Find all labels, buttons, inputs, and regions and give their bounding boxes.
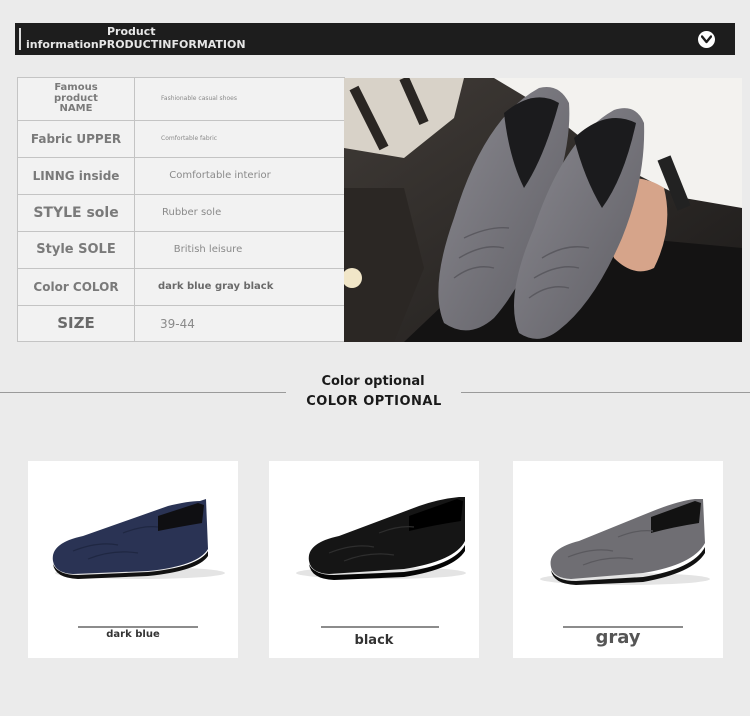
section-title-upper: COLOR OPTIONAL (306, 394, 442, 409)
spec-value: dark blue gray black (158, 280, 274, 292)
label-underline (78, 626, 198, 628)
spec-value: British leisure (173, 243, 243, 255)
spec-row-style: Style SOLE British leisure (18, 232, 344, 269)
header-title-line1: Product (107, 25, 156, 38)
color-label: dark blue (106, 629, 160, 640)
product-photo (344, 78, 742, 342)
header-accent-line (19, 28, 21, 50)
shoe-dark-blue-image (52, 499, 225, 579)
spec-value: 39-44 (160, 316, 195, 331)
spec-row-upper: Fabric UPPER Comfortable fabric (18, 121, 344, 158)
shoe-gray-image (540, 499, 710, 585)
spec-label: STYLE sole (18, 195, 135, 231)
section-title: Color optional (321, 374, 425, 389)
color-option-dark-blue[interactable]: dark blue (28, 461, 238, 658)
spec-label: Famous product NAME (18, 78, 135, 120)
section-divider-left (0, 392, 286, 393)
shoe-black-image (296, 497, 466, 580)
chevron-down-circle-icon[interactable] (698, 31, 715, 48)
spec-value: Comfortable interior (169, 169, 271, 181)
color-label: black (354, 633, 394, 648)
label-underline (321, 626, 439, 628)
spec-table: Famous product NAME Fashionable casual s… (17, 77, 345, 342)
spec-label: LINNG inside (18, 158, 135, 194)
spec-row-color: Color COLOR dark blue gray black (18, 269, 344, 306)
spec-row-size: SIZE 39-44 (18, 306, 344, 342)
color-option-black[interactable]: black (269, 461, 479, 658)
spec-row-sole: STYLE sole Rubber sole (18, 195, 344, 232)
header-title-line2: informationPRODUCTINFORMATION (26, 38, 246, 51)
spec-row-name: Famous product NAME Fashionable casual s… (18, 78, 344, 121)
spec-row-lining: LINNG inside Comfortable interior (18, 158, 344, 195)
spec-label: Style SOLE (18, 232, 135, 268)
section-divider-right (461, 392, 750, 393)
product-information-header: Product informationPRODUCTINFORMATION (15, 23, 735, 55)
spec-value: Rubber sole (162, 206, 222, 218)
spec-value: Comfortable fabric (161, 134, 218, 142)
spec-label: SIZE (18, 306, 135, 342)
color-label: gray (595, 627, 641, 648)
color-option-gray[interactable]: gray (513, 461, 723, 658)
spec-label: Color COLOR (18, 269, 135, 305)
spec-value: Fashionable casual shoes (161, 94, 237, 102)
spec-label: Fabric UPPER (18, 121, 135, 157)
